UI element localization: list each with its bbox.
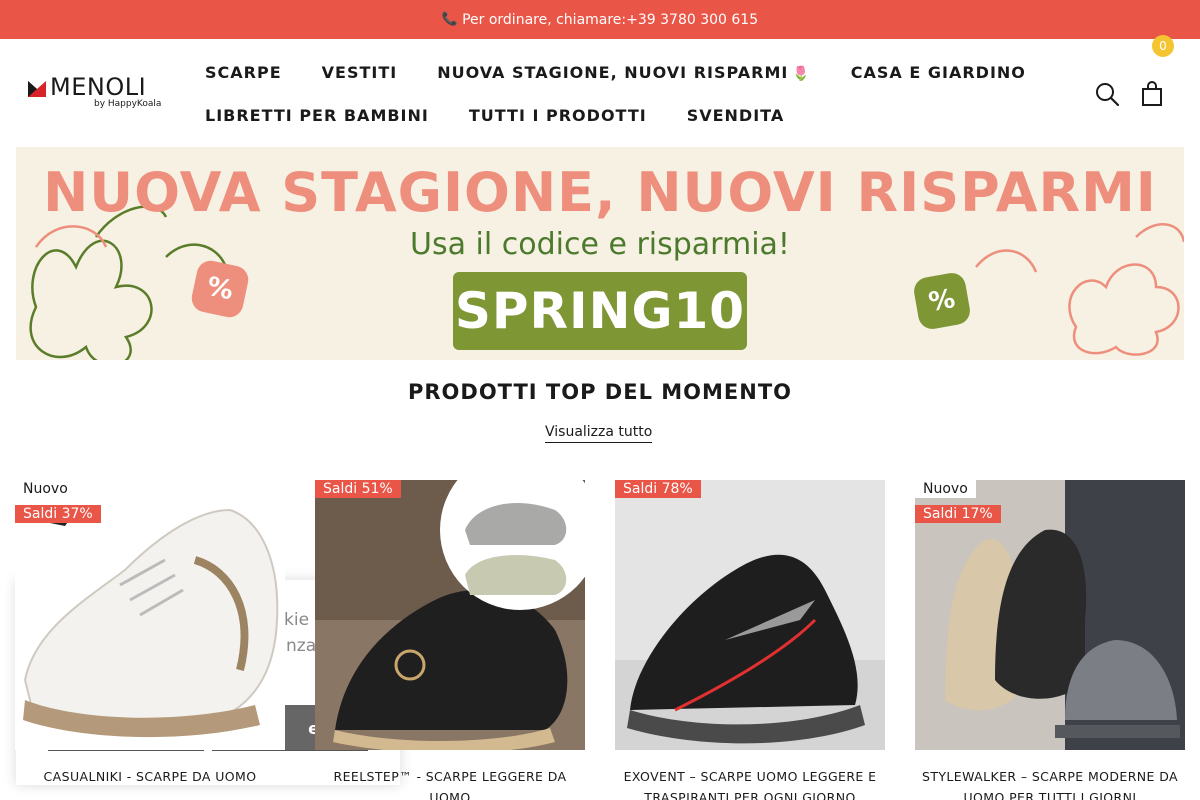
badge-sale: Saldi 37%	[15, 505, 101, 523]
logo-mark-icon	[28, 81, 46, 97]
banner-title: NUOVA STAGIONE, NUOVI RISPARMI	[43, 161, 1157, 224]
nav-svendita[interactable]: SVENDITA	[687, 106, 785, 125]
announcement-text[interactable]: Per ordinare, chiamare:+39 3780 300 615	[462, 12, 758, 28]
banner-subtitle: Usa il codice e risparmia!	[410, 227, 790, 262]
badge-new: Nuovo	[15, 480, 76, 498]
product-image[interactable]	[315, 480, 585, 750]
product-name[interactable]: STYLEWALKER – SCARPE MODERNE DA UOMO PER…	[915, 766, 1185, 800]
nav-scarpe[interactable]: SCARPE	[205, 63, 282, 82]
product-card[interactable]: Nuovo Saldi 37% CASUALNIKI - SCARPE DA U…	[15, 480, 285, 800]
badge-sale: Saldi 17%	[915, 505, 1001, 523]
badge-new: Nuovo	[915, 480, 976, 498]
product-card[interactable]: Nuovo Saldi 17% STYLEWALKER – SCARPE MOD…	[915, 480, 1185, 800]
nav-libretti[interactable]: LIBRETTI PER BAMBINI	[205, 106, 429, 125]
product-name[interactable]: CASUALNIKI - SCARPE DA UOMO	[15, 766, 285, 787]
cookie-text-line2: nza	[286, 636, 317, 656]
nav-vestiti[interactable]: VESTITI	[322, 63, 398, 82]
shoe-image-icon	[615, 480, 885, 750]
tulip-icon: 🌷	[792, 66, 811, 82]
bag-icon[interactable]	[1140, 81, 1166, 107]
shoe-image-icon	[315, 480, 585, 750]
search-icon[interactable]	[1094, 81, 1120, 107]
product-card[interactable]: Saldi 51% REELSTEP™ - SCARPE LEGGERE DA …	[315, 480, 585, 800]
nav-nuova-stagione[interactable]: NUOVA STAGIONE, NUOVI RISPARMI 🌷	[437, 63, 811, 82]
promo-code: SPRING10	[453, 272, 747, 350]
badge-sale: Saldi 78%	[615, 480, 701, 498]
badge-sale: Saldi 51%	[315, 480, 401, 498]
percent-badge-right: %	[911, 270, 973, 332]
nav-tutti-prodotti[interactable]: TUTTI I PRODOTTI	[469, 106, 647, 125]
logo-wordmark: MENOLI	[50, 73, 147, 101]
product-name[interactable]: REELSTEP™ - SCARPE LEGGERE DA UOMO	[315, 766, 585, 800]
logo[interactable]: MENOLI by HappyKoala	[26, 73, 166, 113]
announcement-bar: 📞 Per ordinare, chiamare:+39 3780 300 61…	[0, 0, 1200, 39]
nav-casa-giardino[interactable]: CASA E GIARDINO	[851, 63, 1026, 82]
product-card[interactable]: Saldi 78% EXOVENT – SCARPE UOMO LEGGERE …	[615, 480, 885, 800]
cart-count-badge[interactable]: 0	[1152, 35, 1174, 57]
nav-nuova-stagione-label: NUOVA STAGIONE, NUOVI RISPARMI	[437, 63, 789, 82]
section-title: PRODOTTI TOP DEL MOMENTO	[407, 380, 793, 404]
phone-icon: 📞	[441, 12, 459, 27]
site-header: MENOLI by HappyKoala SCARPE VESTITI NUOV…	[0, 39, 1200, 147]
view-all-link[interactable]: Visualizza tutto	[545, 424, 653, 443]
product-name[interactable]: EXOVENT – SCARPE UOMO LEGGERE E TRASPIRA…	[615, 766, 885, 800]
product-image[interactable]	[615, 480, 885, 750]
logo-subtitle: by HappyKoala	[94, 99, 162, 109]
main-nav: SCARPE VESTITI NUOVA STAGIONE, NUOVI RIS…	[205, 51, 1065, 137]
promo-banner[interactable]: NUOVA STAGIONE, NUOVI RISPARMI Usa il co…	[16, 147, 1184, 360]
